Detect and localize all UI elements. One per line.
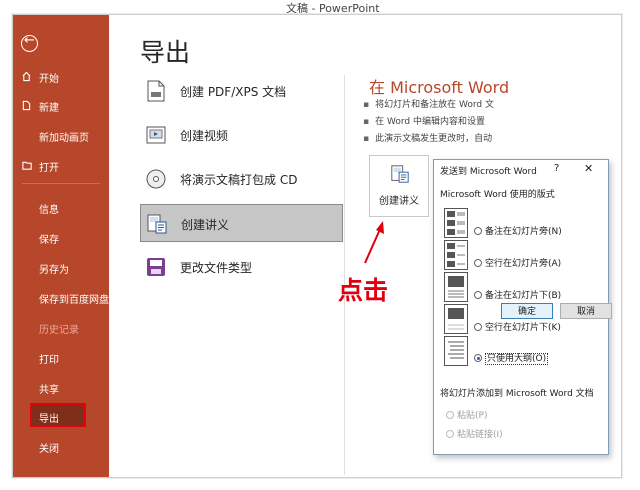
radio-label: 只使用大纲(O) — [485, 353, 549, 365]
close-icon[interactable]: ✕ — [584, 162, 593, 175]
radio-label: 备注在幻灯片下(B) — [485, 291, 562, 301]
cancel-button[interactable]: 取消 — [560, 303, 612, 319]
radio-button[interactable] — [474, 323, 482, 331]
radio-label: 空行在幻灯片下(K) — [485, 323, 561, 333]
add-option-paste: 粘贴(P) — [446, 408, 487, 421]
layout-thumbnail-blank-beside — [444, 240, 468, 270]
dialog-title: 发送到 Microsoft Word — [440, 167, 537, 177]
radio-button — [446, 430, 454, 438]
layout-option-blank-beside[interactable]: 空行在幻灯片旁(A) — [474, 256, 561, 269]
radio-button[interactable] — [474, 227, 482, 235]
layout-thumbnail-notes-beside — [444, 208, 468, 238]
radio-label: 粘贴链接(I) — [457, 430, 503, 440]
add-slides-section-label: 将幻灯片添加到 Microsoft Word 文档 — [440, 389, 594, 399]
layout-option-blank-below[interactable]: 空行在幻灯片下(K) — [474, 320, 561, 333]
add-option-paste-link: 粘贴链接(I) — [446, 427, 503, 440]
ok-button[interactable]: 确定 — [501, 303, 553, 319]
layout-thumbnail-outline-only — [444, 336, 468, 366]
radio-button[interactable] — [474, 259, 482, 267]
layout-thumbnail-notes-below — [444, 272, 468, 302]
radio-label: 空行在幻灯片旁(A) — [485, 259, 562, 269]
radio-label: 备注在幻灯片旁(N) — [485, 227, 562, 237]
click-annotation-label: 点击 — [338, 276, 389, 305]
layout-section-label: Microsoft Word 使用的版式 — [440, 190, 555, 200]
layout-thumbnail-blank-below — [444, 304, 468, 334]
radio-button-selected[interactable] — [474, 354, 482, 362]
app-window: ← 开始 新建 新加动画页 打开 信息 保存 另存为 保存到百度网盘 历史记录 … — [12, 14, 622, 478]
radio-button[interactable] — [474, 291, 482, 299]
help-icon[interactable]: ? — [554, 163, 559, 174]
radio-button — [446, 411, 454, 419]
radio-label: 粘贴(P) — [457, 411, 488, 421]
layout-option-outline-only[interactable]: 只使用大纲(O) — [474, 351, 549, 365]
layout-option-notes-beside[interactable]: 备注在幻灯片旁(N) — [474, 224, 562, 237]
layout-option-notes-below[interactable]: 备注在幻灯片下(B) — [474, 288, 561, 301]
